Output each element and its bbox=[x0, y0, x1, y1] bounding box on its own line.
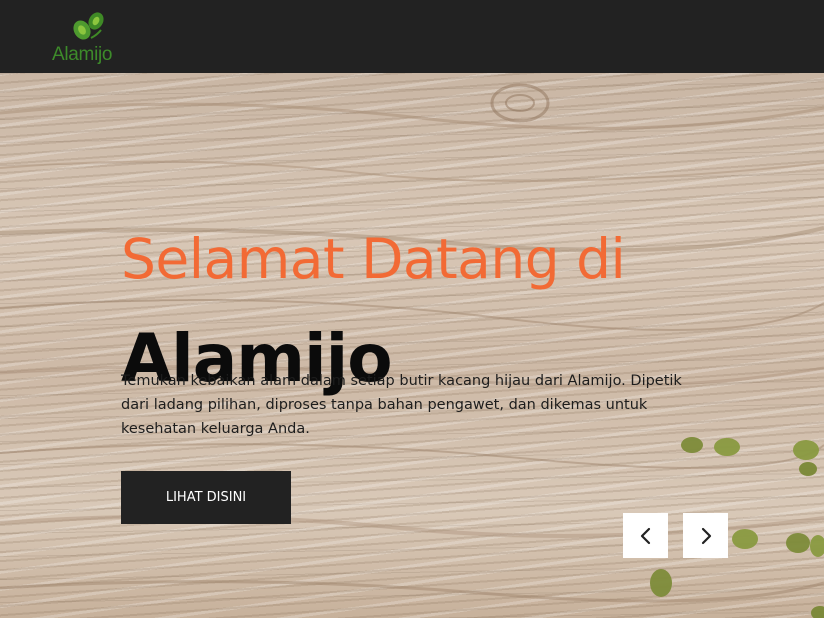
welcome-heading: Selamat Datang di bbox=[121, 226, 626, 291]
hero-banner: Selamat Datang di Alamijo Temukan kebaik… bbox=[0, 73, 824, 618]
carousel-next-button[interactable] bbox=[683, 513, 728, 558]
carousel-prev-button[interactable] bbox=[623, 513, 668, 558]
hero-description: Temukan kebaikan alam dalam setiap butir… bbox=[121, 373, 682, 437]
logo-link[interactable]: Alamijo bbox=[52, 6, 124, 66]
chevron-right-icon bbox=[701, 527, 711, 544]
logo-text: Alamijo bbox=[52, 44, 113, 65]
mung-bean-logo-icon bbox=[73, 12, 104, 40]
chevron-left-icon bbox=[640, 527, 650, 544]
view-here-button[interactable]: LIHAT DISINI bbox=[121, 471, 291, 524]
top-navbar: Alamijo bbox=[0, 0, 824, 73]
